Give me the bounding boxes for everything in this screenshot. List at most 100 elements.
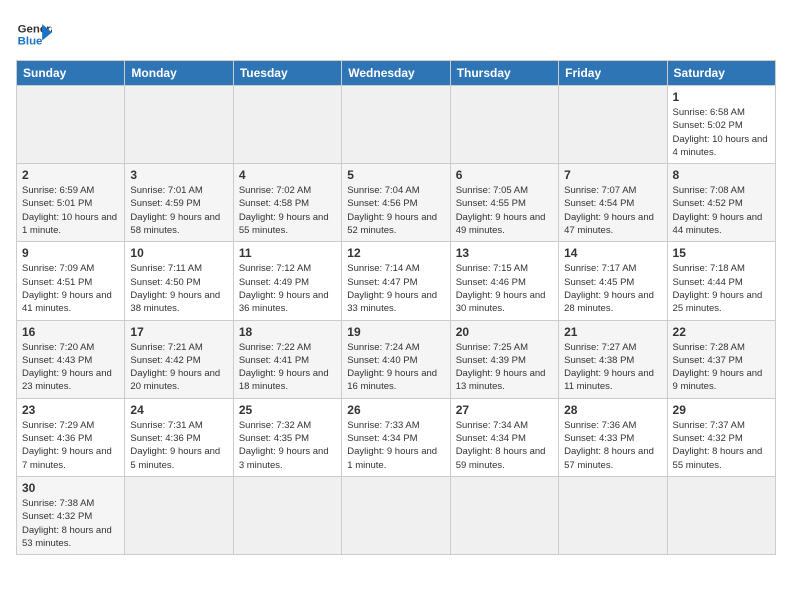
day-number: 19 [347,325,444,339]
calendar-week-row: 16 Sunrise: 7:20 AM Sunset: 4:43 PM Dayli… [17,320,776,398]
calendar-cell: 9 Sunrise: 7:09 AM Sunset: 4:51 PM Daylig… [17,242,125,320]
calendar-cell: 29 Sunrise: 7:37 AM Sunset: 4:32 PM Dayli… [667,398,775,476]
calendar-cell [233,476,341,554]
calendar-week-row: 9 Sunrise: 7:09 AM Sunset: 4:51 PM Daylig… [17,242,776,320]
calendar-cell: 7 Sunrise: 7:07 AM Sunset: 4:54 PM Daylig… [559,164,667,242]
day-number: 16 [22,325,119,339]
calendar-cell: 18Sunrise: 7:22 AM Sunset: 4:41 PM Dayli… [233,320,341,398]
calendar-cell: 8Sunrise: 7:08 AM Sunset: 4:52 PM Daylig… [667,164,775,242]
day-header-saturday: Saturday [667,61,775,86]
day-number: 6 [456,168,553,182]
day-number: 2 [22,168,119,182]
day-info: Sunrise: 7:17 AM Sunset: 4:45 PM Dayligh… [564,262,661,315]
day-info: Sunrise: 7:37 AM Sunset: 4:32 PM Dayligh… [673,419,770,472]
page-header: General Blue [16,16,776,52]
day-number: 5 [347,168,444,182]
day-info: Sunrise: 7:36 AM Sunset: 4:33 PM Dayligh… [564,419,661,472]
logo: General Blue [16,16,52,52]
day-number: 22 [673,325,770,339]
calendar-cell [559,476,667,554]
calendar-cell [450,476,558,554]
day-number: 29 [673,403,770,417]
calendar-cell: 22 Sunrise: 7:28 AM Sunset: 4:37 PM Dayli… [667,320,775,398]
calendar-cell [559,86,667,164]
calendar-cell: 12Sunrise: 7:14 AM Sunset: 4:47 PM Dayli… [342,242,450,320]
svg-text:Blue: Blue [18,36,43,48]
day-info: Sunrise: 7:12 AM Sunset: 4:49 PM Dayligh… [239,262,336,315]
day-number: 21 [564,325,661,339]
day-header-tuesday: Tuesday [233,61,341,86]
day-info: Sunrise: 7:27 AM Sunset: 4:38 PM Dayligh… [564,341,661,394]
calendar-cell: 15 Sunrise: 7:18 AM Sunset: 4:44 PM Dayli… [667,242,775,320]
calendar-cell: 30 Sunrise: 7:38 AM Sunset: 4:32 PM Dayli… [17,476,125,554]
calendar-table: SundayMondayTuesdayWednesdayThursdayFrid… [16,60,776,555]
calendar-cell: 23Sunrise: 7:29 AM Sunset: 4:36 PM Dayli… [17,398,125,476]
day-info: Sunrise: 7:09 AM Sunset: 4:51 PM Dayligh… [22,262,119,315]
day-info: Sunrise: 7:15 AM Sunset: 4:46 PM Dayligh… [456,262,553,315]
calendar-cell: 5 Sunrise: 7:04 AM Sunset: 4:56 PM Daylig… [342,164,450,242]
calendar-header-row: SundayMondayTuesdayWednesdayThursdayFrid… [17,61,776,86]
day-header-monday: Monday [125,61,233,86]
calendar-cell: 13 Sunrise: 7:15 AM Sunset: 4:46 PM Dayli… [450,242,558,320]
day-info: Sunrise: 7:25 AM Sunset: 4:39 PM Dayligh… [456,341,553,394]
calendar-week-row: 23Sunrise: 7:29 AM Sunset: 4:36 PM Dayli… [17,398,776,476]
day-info: Sunrise: 7:11 AM Sunset: 4:50 PM Dayligh… [130,262,227,315]
day-number: 10 [130,246,227,260]
calendar-cell: 11 Sunrise: 7:12 AM Sunset: 4:49 PM Dayli… [233,242,341,320]
day-number: 7 [564,168,661,182]
day-number: 13 [456,246,553,260]
calendar-cell: 3Sunrise: 7:01 AM Sunset: 4:59 PM Daylig… [125,164,233,242]
day-info: Sunrise: 7:38 AM Sunset: 4:32 PM Dayligh… [22,497,119,550]
day-info: Sunrise: 7:34 AM Sunset: 4:34 PM Dayligh… [456,419,553,472]
day-header-sunday: Sunday [17,61,125,86]
day-info: Sunrise: 7:07 AM Sunset: 4:54 PM Dayligh… [564,184,661,237]
calendar-cell [342,86,450,164]
day-info: Sunrise: 7:20 AM Sunset: 4:43 PM Dayligh… [22,341,119,394]
calendar-cell: 2Sunrise: 6:59 AM Sunset: 5:01 PM Daylig… [17,164,125,242]
day-number: 20 [456,325,553,339]
calendar-cell: 4Sunrise: 7:02 AM Sunset: 4:58 PM Daylig… [233,164,341,242]
day-number: 26 [347,403,444,417]
calendar-cell: 14 Sunrise: 7:17 AM Sunset: 4:45 PM Dayli… [559,242,667,320]
calendar-cell: 1Sunrise: 6:58 AM Sunset: 5:02 PM Daylig… [667,86,775,164]
calendar-cell: 6 Sunrise: 7:05 AM Sunset: 4:55 PM Daylig… [450,164,558,242]
day-number: 28 [564,403,661,417]
day-number: 23 [22,403,119,417]
calendar-cell [450,86,558,164]
day-info: Sunrise: 7:24 AM Sunset: 4:40 PM Dayligh… [347,341,444,394]
day-info: Sunrise: 7:28 AM Sunset: 4:37 PM Dayligh… [673,341,770,394]
calendar-cell: 26 Sunrise: 7:33 AM Sunset: 4:34 PM Dayli… [342,398,450,476]
calendar-cell: 19 Sunrise: 7:24 AM Sunset: 4:40 PM Dayli… [342,320,450,398]
day-info: Sunrise: 7:31 AM Sunset: 4:36 PM Dayligh… [130,419,227,472]
day-info: Sunrise: 7:05 AM Sunset: 4:55 PM Dayligh… [456,184,553,237]
calendar-cell [17,86,125,164]
day-info: Sunrise: 6:58 AM Sunset: 5:02 PM Dayligh… [673,106,770,159]
day-header-thursday: Thursday [450,61,558,86]
day-info: Sunrise: 7:18 AM Sunset: 4:44 PM Dayligh… [673,262,770,315]
calendar-cell: 28 Sunrise: 7:36 AM Sunset: 4:33 PM Dayli… [559,398,667,476]
day-info: Sunrise: 7:32 AM Sunset: 4:35 PM Dayligh… [239,419,336,472]
calendar-cell: 27 Sunrise: 7:34 AM Sunset: 4:34 PM Dayli… [450,398,558,476]
calendar-cell [233,86,341,164]
day-info: Sunrise: 7:02 AM Sunset: 4:58 PM Dayligh… [239,184,336,237]
calendar-cell [667,476,775,554]
calendar-week-row: 1Sunrise: 6:58 AM Sunset: 5:02 PM Daylig… [17,86,776,164]
day-number: 24 [130,403,227,417]
day-header-wednesday: Wednesday [342,61,450,86]
day-number: 15 [673,246,770,260]
day-info: Sunrise: 7:01 AM Sunset: 4:59 PM Dayligh… [130,184,227,237]
day-info: Sunrise: 7:22 AM Sunset: 4:41 PM Dayligh… [239,341,336,394]
day-number: 8 [673,168,770,182]
calendar-cell: 17Sunrise: 7:21 AM Sunset: 4:42 PM Dayli… [125,320,233,398]
day-number: 25 [239,403,336,417]
calendar-cell: 20 Sunrise: 7:25 AM Sunset: 4:39 PM Dayli… [450,320,558,398]
calendar-cell: 16 Sunrise: 7:20 AM Sunset: 4:43 PM Dayli… [17,320,125,398]
day-number: 11 [239,246,336,260]
day-info: Sunrise: 7:04 AM Sunset: 4:56 PM Dayligh… [347,184,444,237]
day-number: 9 [22,246,119,260]
day-number: 14 [564,246,661,260]
calendar-cell: 10 Sunrise: 7:11 AM Sunset: 4:50 PM Dayli… [125,242,233,320]
day-number: 30 [22,481,119,495]
day-info: Sunrise: 7:33 AM Sunset: 4:34 PM Dayligh… [347,419,444,472]
day-number: 27 [456,403,553,417]
